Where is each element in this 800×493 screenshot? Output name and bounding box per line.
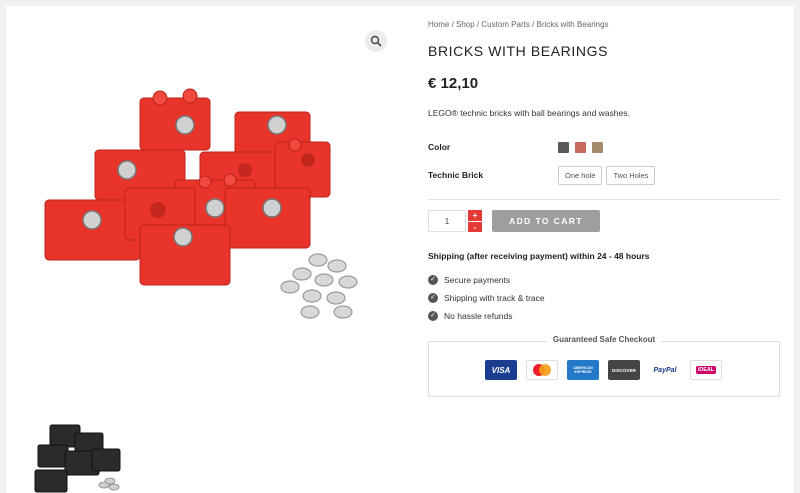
mastercard-circles	[533, 364, 551, 376]
breadcrumb-custom-parts[interactable]: Custom Parts	[481, 20, 529, 29]
page: Home / Shop / Custom Parts / Bricks with…	[0, 0, 800, 493]
ideal-label: iDEAL	[695, 366, 717, 374]
feature-list: ✓ Secure payments ✓ Shipping with track …	[428, 271, 780, 325]
check-circle-icon: ✓	[428, 275, 438, 285]
discover-icon: DISCOVER	[608, 360, 640, 380]
feature-label: Secure payments	[444, 275, 511, 285]
breadcrumb-current: Bricks with Bearings	[536, 20, 609, 29]
product-summary: Home / Shop / Custom Parts / Bricks with…	[428, 16, 780, 397]
shipping-info: Shipping (after receiving payment) withi…	[428, 251, 650, 261]
quantity-stepper: 1 + -	[428, 210, 482, 232]
swatch-dark-gray[interactable]	[558, 141, 569, 153]
swatch-tan[interactable]	[592, 141, 603, 153]
add-to-cart-row: 1 + - ADD TO CART	[428, 210, 780, 232]
product-price: € 12,10	[428, 75, 479, 92]
product-main-image[interactable]	[40, 80, 375, 330]
safe-checkout-box: Guaranteed Safe Checkout VISA AMERICAN E…	[428, 335, 780, 397]
quantity-input[interactable]: 1	[428, 210, 466, 232]
quantity-plus-button[interactable]: +	[468, 210, 482, 221]
safe-checkout-title: Guaranteed Safe Checkout	[429, 335, 779, 344]
breadcrumb-home[interactable]: Home	[428, 20, 449, 29]
divider	[428, 199, 780, 200]
product-title: BRICKS WITH BEARINGS	[428, 43, 609, 59]
safe-checkout-title-text: Guaranteed Safe Checkout	[546, 335, 662, 344]
american-express-icon: AMERICAN EXPRESS	[567, 360, 599, 380]
breadcrumb: Home / Shop / Custom Parts / Bricks with…	[428, 19, 780, 31]
check-circle-icon: ✓	[428, 293, 438, 303]
product-thumbnail[interactable]	[30, 415, 130, 493]
technic-brick-variation: Technic Brick One hole Two Holes	[428, 165, 780, 185]
discover-label: DISCOVER	[612, 367, 636, 373]
product-description: LEGO® technic bricks with ball bearings …	[428, 108, 630, 118]
paypal-icon: PayPal	[649, 360, 681, 380]
feature-item: ✓ Shipping with track & trace	[428, 289, 780, 307]
feature-label: Shipping with track & trace	[444, 293, 545, 303]
mastercard-icon	[526, 360, 558, 380]
option-two-holes[interactable]: Two Holes	[606, 165, 656, 185]
american-express-label: AMERICAN EXPRESS	[573, 366, 593, 374]
ideal-icon: iDEAL	[690, 360, 722, 380]
swatch-red[interactable]	[575, 141, 586, 153]
feature-item: ✓ Secure payments	[428, 271, 780, 289]
visa-icon: VISA	[485, 360, 517, 380]
magnifier-icon	[370, 35, 382, 47]
paypal-label: PayPal	[653, 366, 677, 374]
option-one-hole[interactable]: One hole	[558, 165, 603, 185]
feature-item: ✓ No hassle refunds	[428, 307, 780, 325]
zoom-button[interactable]	[365, 30, 387, 52]
payment-icons: VISA AMERICAN EXPRESS DISCOVER PayPal iD…	[485, 360, 731, 380]
check-circle-icon: ✓	[428, 311, 438, 321]
technic-brick-label: Technic Brick	[428, 170, 484, 180]
breadcrumb-separator: /	[449, 20, 457, 29]
color-label: Color	[428, 142, 451, 152]
feature-label: No hassle refunds	[444, 311, 513, 321]
color-variation: Color	[428, 137, 780, 157]
breadcrumb-separator: /	[529, 20, 537, 29]
visa-label: VISA	[491, 365, 511, 375]
breadcrumb-shop[interactable]: Shop	[456, 20, 475, 29]
add-to-cart-button[interactable]: ADD TO CART	[492, 210, 600, 232]
quantity-minus-button[interactable]: -	[468, 221, 482, 232]
